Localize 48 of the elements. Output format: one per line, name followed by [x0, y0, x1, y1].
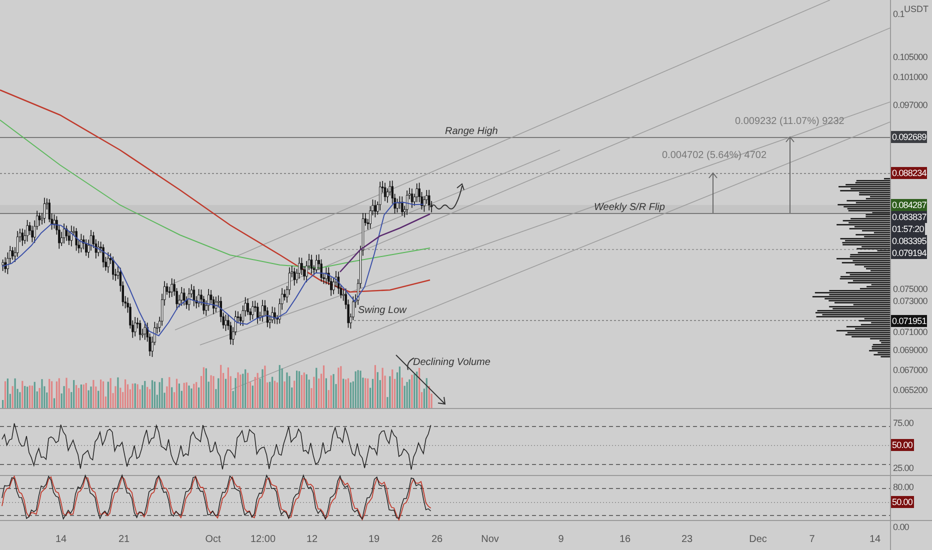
time-label: 12:00 — [249, 534, 277, 546]
price-badge: 0.088234 — [891, 167, 928, 179]
axis-label: 0.1 — [893, 8, 904, 20]
time-label: 12 — [305, 534, 319, 546]
time-label: 23 — [680, 534, 694, 546]
axis-label: 0.075000 — [893, 283, 928, 295]
price-badge: 0.071951 — [891, 315, 928, 327]
time-label: Oct — [204, 534, 222, 546]
measure-arrow — [708, 172, 718, 214]
axis-label: 0.065200 — [893, 384, 928, 396]
price-badge: 0.079194 — [891, 247, 928, 259]
time-label: 9 — [557, 534, 565, 546]
axis-label: 0.101000 — [893, 71, 928, 83]
projection-arrow — [430, 184, 464, 210]
chart-note: Range High — [445, 126, 498, 138]
price-badge: 50.00 — [891, 439, 914, 451]
chart-note: Swing Low — [358, 305, 406, 317]
price-badge: 0.083837 — [891, 211, 928, 223]
time-label: Dec — [748, 534, 768, 546]
price-badge: 0.083395 — [891, 235, 928, 247]
chart-note: Declining Volume — [413, 357, 490, 369]
axis-label: 0.00 — [893, 521, 909, 533]
axis-label: 0.097000 — [893, 99, 928, 111]
time-label: 14 — [868, 534, 882, 546]
axis-label: 25.00 — [893, 462, 914, 474]
axis-label: 0.071000 — [893, 326, 928, 338]
measure-label: 0.004702 (5.64%) 4702 — [662, 150, 767, 162]
axis-label: 0.067000 — [893, 364, 928, 376]
axis-label: 0.105000 — [893, 51, 928, 63]
chart-note: Weekly S/R Flip — [594, 202, 665, 214]
price-badge: 01:57:20 — [891, 223, 925, 235]
time-label: Nov — [480, 534, 500, 546]
currency-label: USDT — [904, 4, 928, 14]
time-label: 16 — [618, 534, 632, 546]
time-label: 14 — [54, 534, 68, 546]
time-label: 7 — [808, 534, 816, 546]
price-badge: 0.084287 — [891, 199, 928, 211]
axis-label: 0.073000 — [893, 295, 928, 307]
axis-label: 80.00 — [893, 481, 914, 493]
time-label: 21 — [117, 534, 131, 546]
measure-label: 0.009232 (11.07%) 9232 — [735, 116, 844, 128]
axis-label: 0.069000 — [893, 344, 928, 356]
leader-line — [407, 358, 414, 370]
price-badge: 0.092689 — [891, 131, 928, 143]
time-label: 19 — [367, 534, 381, 546]
axis-label: 75.00 — [893, 417, 914, 429]
price-badge: 50.00 — [891, 496, 914, 508]
time-label: 26 — [430, 534, 444, 546]
